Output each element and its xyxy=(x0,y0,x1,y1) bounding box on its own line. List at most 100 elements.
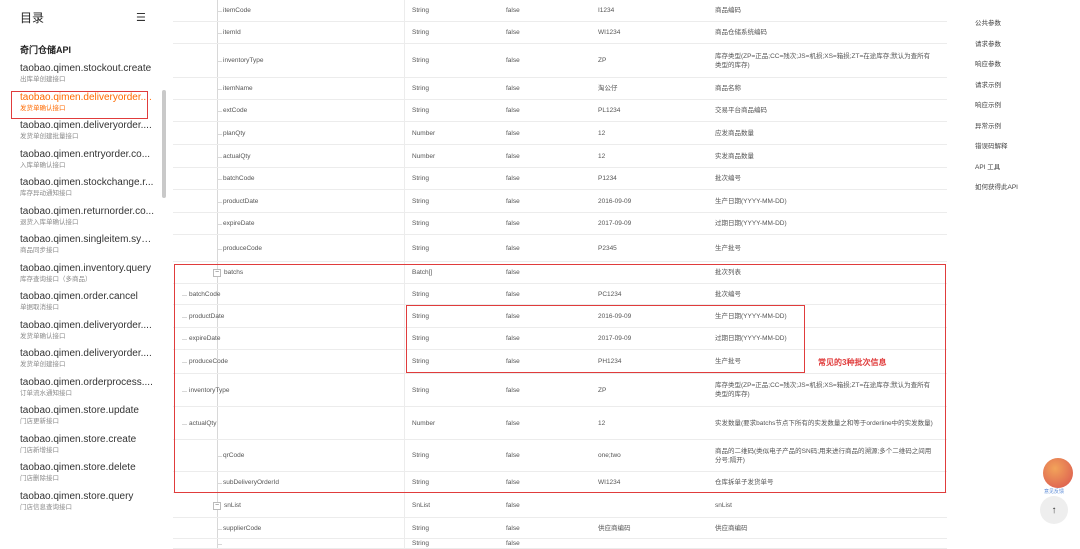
param-desc: 过期日期(YYYY-MM-DD) xyxy=(715,220,787,227)
feedback-label[interactable]: 意见反馈 xyxy=(1044,488,1064,495)
sidebar-item-name: taobao.qimen.orderprocess.... xyxy=(20,376,153,388)
param-name: actualQty xyxy=(223,152,251,160)
right-nav-item[interactable]: 响应参数 xyxy=(975,58,1065,79)
param-type: String xyxy=(412,197,429,205)
collapse-toggle-icon[interactable]: − xyxy=(213,269,221,277)
sidebar-item[interactable]: taobao.qimen.inventory.query 库存查询接口（多商品） xyxy=(0,262,160,291)
table-row: String false xyxy=(173,539,947,549)
right-nav-item[interactable]: API 工具 xyxy=(975,161,1065,182)
tree-tick xyxy=(217,248,222,250)
sidebar-item-name: taobao.qimen.stockchange.r... xyxy=(20,177,154,188)
sidebar-item-desc: 发货单确认接口 xyxy=(20,104,66,112)
sidebar-scrollbar[interactable] xyxy=(162,90,166,198)
right-nav-item[interactable]: 错误码解释 xyxy=(975,140,1065,161)
sidebar-item[interactable]: taobao.qimen.store.query 门店信息查询接口 xyxy=(0,490,160,519)
sidebar-item[interactable]: taobao.qimen.orderprocess.... 订单流水通知接口 xyxy=(0,376,160,405)
menu-icon[interactable]: ☰ xyxy=(136,11,146,24)
sidebar-item-name: taobao.qimen.deliveryorder.... xyxy=(20,91,152,103)
right-nav-item[interactable]: 公共参数 xyxy=(975,17,1065,38)
params-table: itemCode String false I1234 商品编码 itemId String… xyxy=(173,0,947,549)
param-name: qrCode xyxy=(223,452,245,459)
sidebar-item[interactable]: taobao.qimen.deliveryorder.... 发货单创建接口 xyxy=(0,347,160,376)
right-nav: 公共参数 请求参数 响应参数 请求示例 响应示例 异常示例 错误码解释 API 工具 如何获得此… xyxy=(975,17,1065,202)
sidebar-item[interactable]: taobao.qimen.deliveryorder.... 发货单确认接口 xyxy=(0,319,160,348)
param-name: produceCode xyxy=(189,358,229,365)
collapse-toggle-icon[interactable]: − xyxy=(213,501,221,510)
right-nav-item[interactable]: 请求参数 xyxy=(975,38,1065,59)
right-nav-item[interactable]: 异常示例 xyxy=(975,120,1065,141)
right-nav-item[interactable]: 响应示例 xyxy=(975,99,1065,120)
tree-tick xyxy=(182,316,187,318)
param-required: false xyxy=(506,290,520,298)
param-required: false xyxy=(506,386,520,394)
sidebar-item-name: taobao.qimen.order.cancel xyxy=(20,291,138,302)
param-example: I1234 xyxy=(598,7,615,14)
tree-tick xyxy=(217,456,222,457)
param-name: supplierCode xyxy=(223,524,262,532)
sidebar-item[interactable]: taobao.qimen.entryorder.co... 入库单确认接口 xyxy=(0,148,160,177)
tree-tick xyxy=(217,111,222,112)
sidebar-item[interactable]: taobao.qimen.singleitem.syn... 商品同步接口 xyxy=(0,233,160,262)
param-desc: 供应商编码 xyxy=(715,524,748,532)
sidebar-item[interactable]: taobao.qimen.store.delete 门店删除接口 xyxy=(0,461,160,490)
sidebar-item-name: taobao.qimen.store.delete xyxy=(20,462,136,473)
right-nav-item[interactable]: 如何获得此API xyxy=(975,181,1065,202)
tree-tick xyxy=(182,339,187,340)
sidebar-item[interactable]: taobao.qimen.store.update 门店更新接口 xyxy=(0,404,160,433)
param-name: snList xyxy=(224,501,241,509)
sidebar-title: 目录 xyxy=(20,11,45,25)
param-desc: 商品名称 xyxy=(715,85,741,92)
param-example: P1234 xyxy=(598,175,617,182)
sidebar-item-name: taobao.qimen.store.query xyxy=(20,490,134,502)
tree-tick xyxy=(217,156,222,158)
param-required: false xyxy=(506,152,520,160)
param-required: false xyxy=(506,478,520,486)
tree-tick xyxy=(217,179,222,180)
back-to-top-button[interactable]: ↑ xyxy=(1040,496,1068,524)
table-row: actualQty Number false 12 实发数量(要求batchs节点下所有… xyxy=(173,407,947,440)
sidebar-item[interactable]: taobao.qimen.deliveryorder.... 发货单创建批量接口 xyxy=(0,119,160,148)
param-required: false xyxy=(506,220,520,227)
table-row: actualQty Number false 12 实发商品数量 xyxy=(173,145,947,168)
sidebar-item-name: taobao.qimen.returnorder.co... xyxy=(20,205,154,217)
sidebar-item[interactable]: taobao.qimen.returnorder.co... 退货入库单确认接口 xyxy=(0,205,160,234)
param-required: false xyxy=(506,524,520,532)
right-nav-item[interactable]: 请求示例 xyxy=(975,79,1065,100)
table-row: − batchs Batch[] false 批次列表 xyxy=(173,262,947,284)
table-row: inventoryType String false ZP 库存类型(ZP=正品;CC=… xyxy=(173,374,947,407)
param-type: String xyxy=(412,7,429,14)
param-required: false xyxy=(506,452,520,459)
param-required: false xyxy=(506,269,520,276)
sidebar-item-desc: 订单流水通知接口 xyxy=(20,389,72,397)
sidebar-item[interactable]: taobao.qimen.stockout.create 出库单创建接口 xyxy=(0,62,160,91)
sidebar-item[interactable]: taobao.qimen.order.cancel 单据取消接口 xyxy=(0,290,160,319)
param-name-cell: productDate xyxy=(173,305,405,327)
param-desc: 批次编号 xyxy=(715,290,741,298)
sidebar-item-name: taobao.qimen.store.create xyxy=(20,433,137,445)
param-type: Number xyxy=(412,129,436,137)
param-required: false xyxy=(506,107,520,114)
sidebar-item-desc: 门店新增接口 xyxy=(20,446,59,454)
param-name: itemId xyxy=(223,29,241,36)
param-name: expireDate xyxy=(189,335,221,342)
tree-tick xyxy=(217,482,222,484)
param-name: inventoryType xyxy=(223,57,264,64)
param-name-cell: productDate xyxy=(173,190,405,212)
param-example: 12 xyxy=(598,419,606,427)
param-type: String xyxy=(412,452,429,459)
sidebar-item-name: taobao.qimen.inventory.query xyxy=(20,262,152,274)
feedback-avatar-icon[interactable] xyxy=(1043,458,1073,488)
sidebar-item-desc: 库存异动通知接口 xyxy=(20,190,72,197)
sidebar-item[interactable]: taobao.qimen.deliveryorder.... 发货单确认接口 xyxy=(11,90,152,119)
param-type: String xyxy=(412,312,429,320)
sidebar-item-name: taobao.qimen.entryorder.co... xyxy=(20,148,151,160)
param-name-cell: itemCode xyxy=(173,0,405,21)
param-example: WI1234 xyxy=(598,29,621,36)
param-desc: 生产日期(YYYY-MM-DD) xyxy=(715,312,787,320)
param-example: PH1234 xyxy=(598,358,622,365)
sidebar-item[interactable]: taobao.qimen.stockchange.r... 库存异动通知接口 xyxy=(0,176,160,205)
tree-tick xyxy=(182,294,187,296)
param-name-cell: produceCode xyxy=(173,235,405,261)
sidebar-item[interactable]: taobao.qimen.store.create 门店新增接口 xyxy=(0,433,160,462)
param-name: batchCode xyxy=(223,175,255,182)
